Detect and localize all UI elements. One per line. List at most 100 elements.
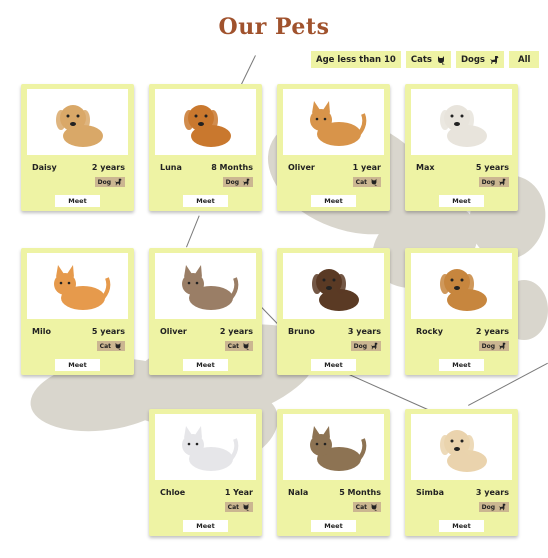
pet-card: Nala 5 Months Cat Meet [277,409,390,536]
dog-icon [242,178,250,186]
pet-type-label: Cat [227,503,239,511]
pet-age: 2 years [475,327,509,336]
dog-icon [114,178,122,186]
filter-age-button[interactable]: Age less than 10 [311,51,401,68]
meet-button[interactable]: Meet [311,195,356,207]
pet-type-badge: Cat [224,341,253,351]
pet-type-badge: Cat [352,502,381,512]
pet-age: 3 years [475,488,509,497]
pet-name: Oliver [288,163,315,172]
pet-name: Max [416,163,435,172]
pet-age: 8 Months [211,163,253,172]
pet-type-badge: Cat [96,341,125,351]
pet-age: 5 years [91,327,125,336]
cat-icon [437,55,445,64]
dog-icon [370,342,378,350]
pet-card: Luna 8 Months Dog Meet [149,84,262,211]
pet-age: 1 year [352,163,381,172]
pet-photo [283,89,384,155]
pet-photo [411,253,512,319]
pet-photo [283,253,384,319]
page-title: Our Pets [218,14,330,40]
pet-type-label: Dog [481,342,495,350]
pet-name: Bruno [288,327,315,336]
pet-type-badge: Dog [478,177,509,187]
cat-icon [370,503,378,511]
cat-icon [370,178,378,186]
pet-card: Oliver 1 year Cat Meet [277,84,390,211]
pet-name: Oliver [160,327,187,336]
meet-button[interactable]: Meet [183,195,228,207]
meet-button[interactable]: Meet [183,359,228,371]
pet-card: Rocky 2 years Dog Meet [405,248,518,375]
pet-type-badge: Cat [352,177,381,187]
pet-type-label: Dog [225,178,239,186]
pet-photo [411,414,512,480]
filter-cats-button[interactable]: Cats [405,51,451,68]
cat-icon [242,342,250,350]
pet-age: 3 years [347,327,381,336]
pet-age: 2 years [219,327,253,336]
pet-age: 2 years [91,163,125,172]
pet-photo [155,414,256,480]
pet-type-badge: Dog [478,502,509,512]
pet-photo [283,414,384,480]
pet-type-label: Dog [353,342,367,350]
pet-type-badge: Dog [222,177,253,187]
pet-card: Simba 3 years Dog Meet [405,409,518,536]
dog-icon [498,178,506,186]
pet-type-label: Dog [97,178,111,186]
pet-type-label: Cat [99,342,111,350]
filter-bar: Age less than 10 Cats Dogs All [311,51,540,68]
pet-name: Simba [416,488,444,497]
pet-age: 5 Months [339,488,381,497]
meet-button[interactable]: Meet [439,520,484,532]
cat-icon [114,342,122,350]
pet-photo [155,253,256,319]
pet-age: 1 Year [224,488,253,497]
pet-type-badge: Dog [94,177,125,187]
dog-icon [498,503,506,511]
pet-age: 5 years [475,163,509,172]
pet-type-label: Cat [355,178,367,186]
filter-label: All [518,54,531,65]
pet-type-label: Cat [227,342,239,350]
pet-type-badge: Dog [350,341,381,351]
dog-icon [498,342,506,350]
pet-photo [155,89,256,155]
filter-all-button[interactable]: All [509,51,540,68]
pet-photo [27,253,128,319]
filter-label: Age less than 10 [316,54,396,65]
filter-label: Cats [410,54,432,65]
pet-card: Max 5 years Dog Meet [405,84,518,211]
meet-button[interactable]: Meet [183,520,228,532]
pet-name: Daisy [32,163,57,172]
filter-dogs-button[interactable]: Dogs [455,51,504,68]
filter-label: Dogs [460,54,485,65]
pet-photo [27,89,128,155]
pet-name: Rocky [416,327,443,336]
meet-button[interactable]: Meet [439,359,484,371]
pet-card: Bruno 3 years Dog Meet [277,248,390,375]
meet-button[interactable]: Meet [311,520,356,532]
pet-name: Luna [160,163,182,172]
cat-icon [242,503,250,511]
pet-type-badge: Cat [224,502,253,512]
pet-card: Daisy 2 years Dog Meet [21,84,134,211]
meet-button[interactable]: Meet [439,195,484,207]
pet-type-label: Dog [481,503,495,511]
pet-name: Nala [288,488,309,497]
pet-type-label: Cat [355,503,367,511]
pet-type-label: Dog [481,178,495,186]
pet-card: Chloe 1 Year Cat Meet [149,409,262,536]
pet-type-badge: Dog [478,341,509,351]
pet-name: Milo [32,327,51,336]
meet-button[interactable]: Meet [55,359,100,371]
dog-icon [490,55,499,64]
pet-card: Oliver 2 years Cat Meet [149,248,262,375]
pet-card: Milo 5 years Cat Meet [21,248,134,375]
meet-button[interactable]: Meet [55,195,100,207]
meet-button[interactable]: Meet [311,359,356,371]
pet-name: Chloe [160,488,186,497]
pet-photo [411,89,512,155]
